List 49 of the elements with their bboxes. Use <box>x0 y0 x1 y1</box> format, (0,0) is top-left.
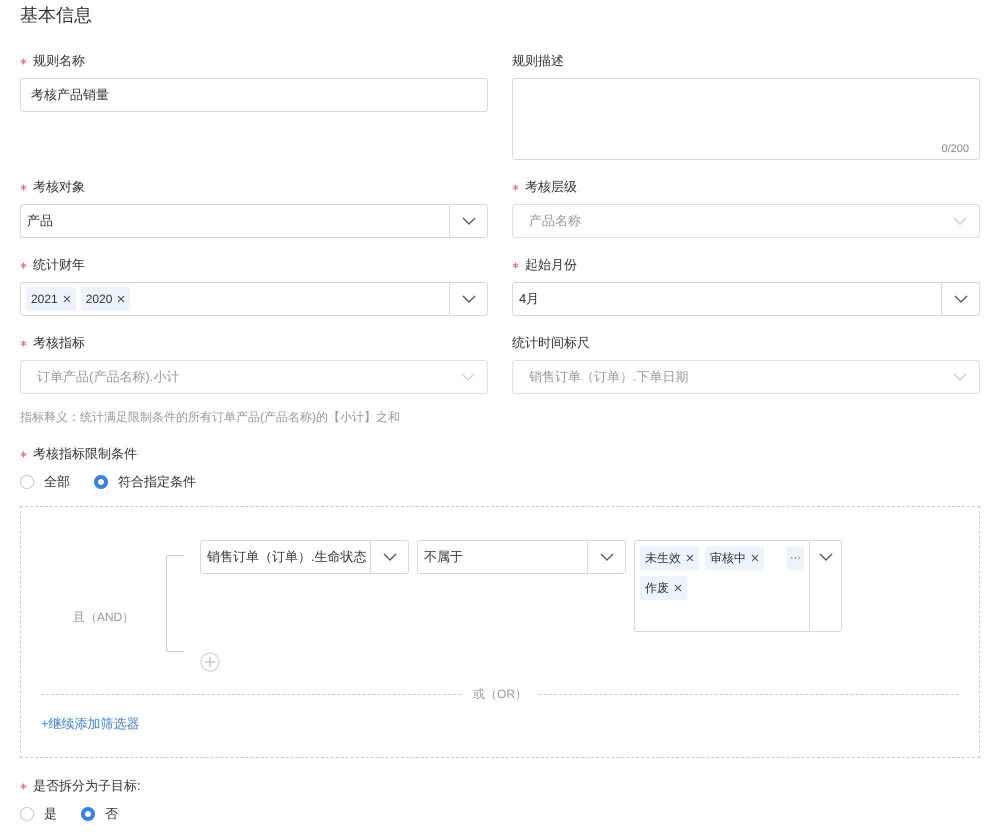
close-icon[interactable] <box>62 295 71 303</box>
radio-button[interactable] <box>94 475 108 489</box>
field-label: 统计财年 <box>33 256 85 274</box>
textarea-field[interactable]: 0/200 <box>512 78 980 160</box>
select-field[interactable]: 不属于 <box>417 540 626 574</box>
radio-button[interactable] <box>20 807 34 821</box>
year-tag: 2021 <box>26 287 76 311</box>
add-filter-link[interactable]: +继续添加筛选器 <box>41 715 140 733</box>
section-label: 考核指标限制条件 <box>33 445 137 463</box>
select-field[interactable]: 销售订单（订单）.生命状态 <box>200 540 409 574</box>
char-counter: 0/200 <box>941 143 969 155</box>
radio-option[interactable]: 符合指定条件 <box>94 473 196 491</box>
group-label: 且（AND） <box>72 608 134 626</box>
close-icon[interactable] <box>674 584 682 592</box>
select-field[interactable]: 产品 <box>20 204 488 238</box>
or-label: 或（OR） <box>473 686 527 703</box>
multi-select-field[interactable]: 未生效 审核中 作废 ··· <box>634 540 842 632</box>
field-label: 考核层级 <box>525 178 577 196</box>
value-tag: 作废 <box>640 576 687 600</box>
radio-option[interactable]: 全部 <box>20 473 70 491</box>
hint-text: 指标释义：统计满足限制条件的所有订单产品(产品名称)的【小计】之和 <box>20 409 400 426</box>
radio-option[interactable]: 是 <box>20 805 57 823</box>
year-tag: 2020 <box>80 287 130 311</box>
close-icon[interactable] <box>751 554 759 562</box>
chevron-down-icon[interactable] <box>462 217 476 225</box>
value-tag: 未生效 <box>640 546 699 570</box>
chevron-down-icon[interactable] <box>462 295 476 303</box>
chevron-down-icon[interactable] <box>954 295 968 303</box>
section-title: 基本信息 <box>20 4 92 26</box>
more-button[interactable]: ··· <box>787 546 804 570</box>
radio-button[interactable] <box>20 475 34 489</box>
select-field[interactable]: 4月 <box>512 282 980 316</box>
chevron-down-icon[interactable] <box>600 553 614 561</box>
text-input[interactable]: 考核产品销量 <box>20 78 488 112</box>
chevron-down-icon[interactable] <box>818 553 832 561</box>
chevron-down-icon[interactable] <box>382 553 396 561</box>
close-icon[interactable] <box>117 295 126 303</box>
radio-option[interactable]: 否 <box>81 805 118 823</box>
field-label: 起始月份 <box>525 256 577 274</box>
close-icon[interactable] <box>686 554 694 562</box>
value-tag: 审核中 <box>705 546 764 570</box>
multi-select-field[interactable]: 2021 2020 <box>20 282 488 316</box>
section-label: 是否拆分为子目标: <box>33 777 141 795</box>
field-label: 考核指标 <box>33 334 85 352</box>
field-label: 考核对象 <box>33 178 85 196</box>
field-label: 统计时间标尺 <box>512 334 590 352</box>
field-label: 规则描述 <box>512 52 564 70</box>
radio-button[interactable] <box>81 807 95 821</box>
field-label: 规则名称 <box>33 52 85 70</box>
